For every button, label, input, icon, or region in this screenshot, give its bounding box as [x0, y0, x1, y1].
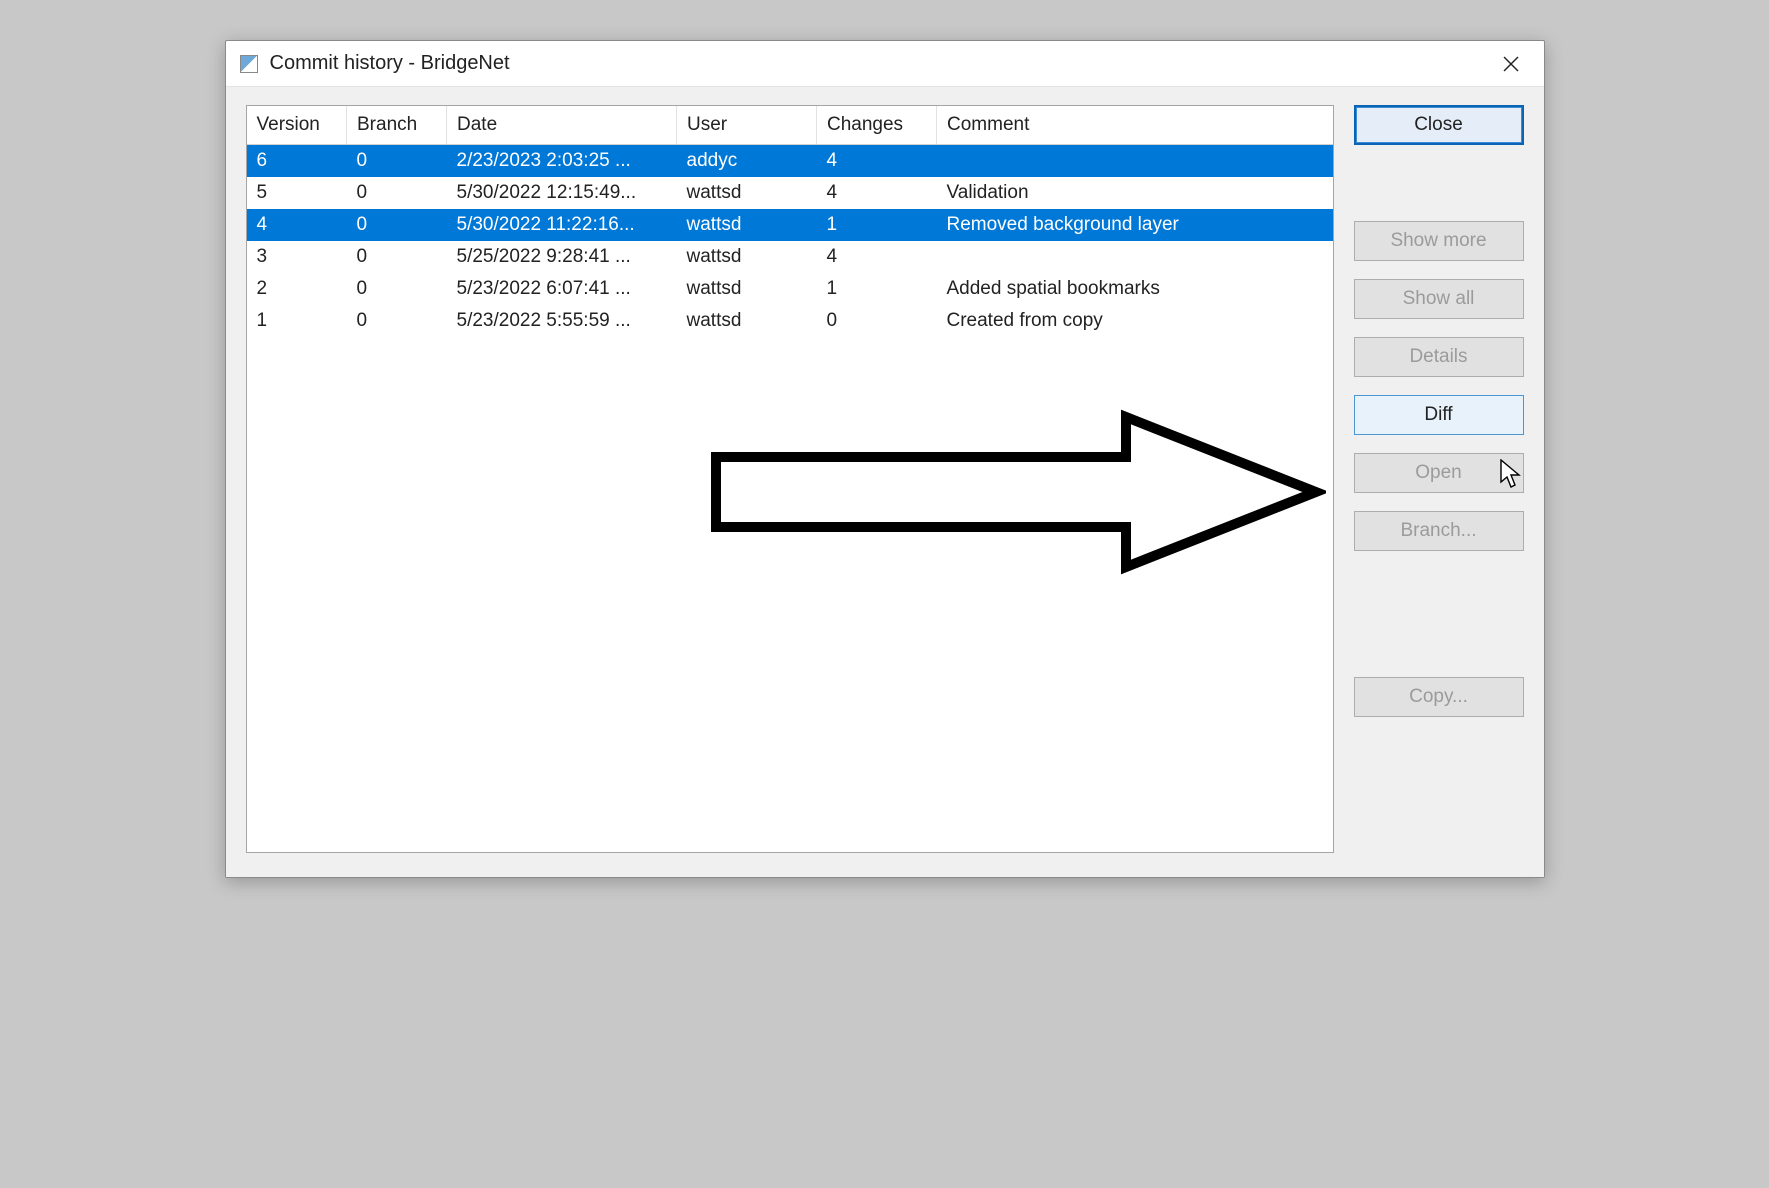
col-date[interactable]: Date: [447, 106, 677, 145]
table-row[interactable]: 602/23/2023 2:03:25 ...addyc4: [247, 145, 1333, 178]
cell-changes: 4: [817, 177, 937, 209]
cell-comment: Created from copy: [937, 305, 1333, 337]
cell-date: 5/30/2022 12:15:49...: [447, 177, 677, 209]
cell-version: 2: [247, 273, 347, 305]
cell-branch: 0: [347, 177, 447, 209]
cell-branch: 0: [347, 305, 447, 337]
col-branch[interactable]: Branch: [347, 106, 447, 145]
cell-date: 5/25/2022 9:28:41 ...: [447, 241, 677, 273]
table-header-row: Version Branch Date User Changes Comment: [247, 106, 1333, 145]
cell-comment: Validation: [937, 177, 1333, 209]
cell-comment: [937, 145, 1333, 178]
table-row[interactable]: 105/23/2022 5:55:59 ...wattsd0Created fr…: [247, 305, 1333, 337]
diff-button[interactable]: Diff: [1354, 395, 1524, 435]
cell-version: 1: [247, 305, 347, 337]
cell-user: wattsd: [677, 273, 817, 305]
app-icon: [240, 55, 258, 73]
cell-date: 5/23/2022 5:55:59 ...: [447, 305, 677, 337]
cell-branch: 0: [347, 145, 447, 178]
cell-user: wattsd: [677, 305, 817, 337]
cell-branch: 0: [347, 209, 447, 241]
cell-user: wattsd: [677, 241, 817, 273]
table-row[interactable]: 205/23/2022 6:07:41 ...wattsd1Added spat…: [247, 273, 1333, 305]
copy-button[interactable]: Copy...: [1354, 677, 1524, 717]
commit-history-dialog: Commit history - BridgeNet Version Branc…: [225, 40, 1545, 878]
cell-changes: 1: [817, 273, 937, 305]
cell-comment: [937, 241, 1333, 273]
branch-button[interactable]: Branch...: [1354, 511, 1524, 551]
cell-user: wattsd: [677, 177, 817, 209]
cell-user: wattsd: [677, 209, 817, 241]
cell-changes: 4: [817, 145, 937, 178]
close-icon: [1503, 56, 1519, 72]
cell-changes: 4: [817, 241, 937, 273]
cell-version: 4: [247, 209, 347, 241]
col-user[interactable]: User: [677, 106, 817, 145]
cell-version: 5: [247, 177, 347, 209]
cell-user: addyc: [677, 145, 817, 178]
show-more-button[interactable]: Show more: [1354, 221, 1524, 261]
table-row[interactable]: 505/30/2022 12:15:49...wattsd4Validation: [247, 177, 1333, 209]
commit-table[interactable]: Version Branch Date User Changes Comment…: [246, 105, 1334, 853]
window-close-button[interactable]: [1488, 41, 1534, 87]
open-button[interactable]: Open: [1354, 453, 1524, 493]
cell-date: 2/23/2023 2:03:25 ...: [447, 145, 677, 178]
side-button-panel: Close Show more Show all Details Diff Op…: [1354, 105, 1524, 853]
cell-comment: Added spatial bookmarks: [937, 273, 1333, 305]
cell-version: 6: [247, 145, 347, 178]
cell-changes: 1: [817, 209, 937, 241]
cell-branch: 0: [347, 241, 447, 273]
cell-changes: 0: [817, 305, 937, 337]
close-button[interactable]: Close: [1354, 105, 1524, 145]
cell-branch: 0: [347, 273, 447, 305]
table-row[interactable]: 405/30/2022 11:22:16...wattsd1Removed ba…: [247, 209, 1333, 241]
cell-comment: Removed background layer: [937, 209, 1333, 241]
cell-version: 3: [247, 241, 347, 273]
window-title: Commit history - BridgeNet: [270, 52, 1488, 75]
show-all-button[interactable]: Show all: [1354, 279, 1524, 319]
col-version[interactable]: Version: [247, 106, 347, 145]
table-row[interactable]: 305/25/2022 9:28:41 ...wattsd4: [247, 241, 1333, 273]
cell-date: 5/23/2022 6:07:41 ...: [447, 273, 677, 305]
details-button[interactable]: Details: [1354, 337, 1524, 377]
dialog-body: Version Branch Date User Changes Comment…: [226, 87, 1544, 877]
titlebar: Commit history - BridgeNet: [226, 41, 1544, 87]
col-changes[interactable]: Changes: [817, 106, 937, 145]
col-comment[interactable]: Comment: [937, 106, 1333, 145]
cell-date: 5/30/2022 11:22:16...: [447, 209, 677, 241]
